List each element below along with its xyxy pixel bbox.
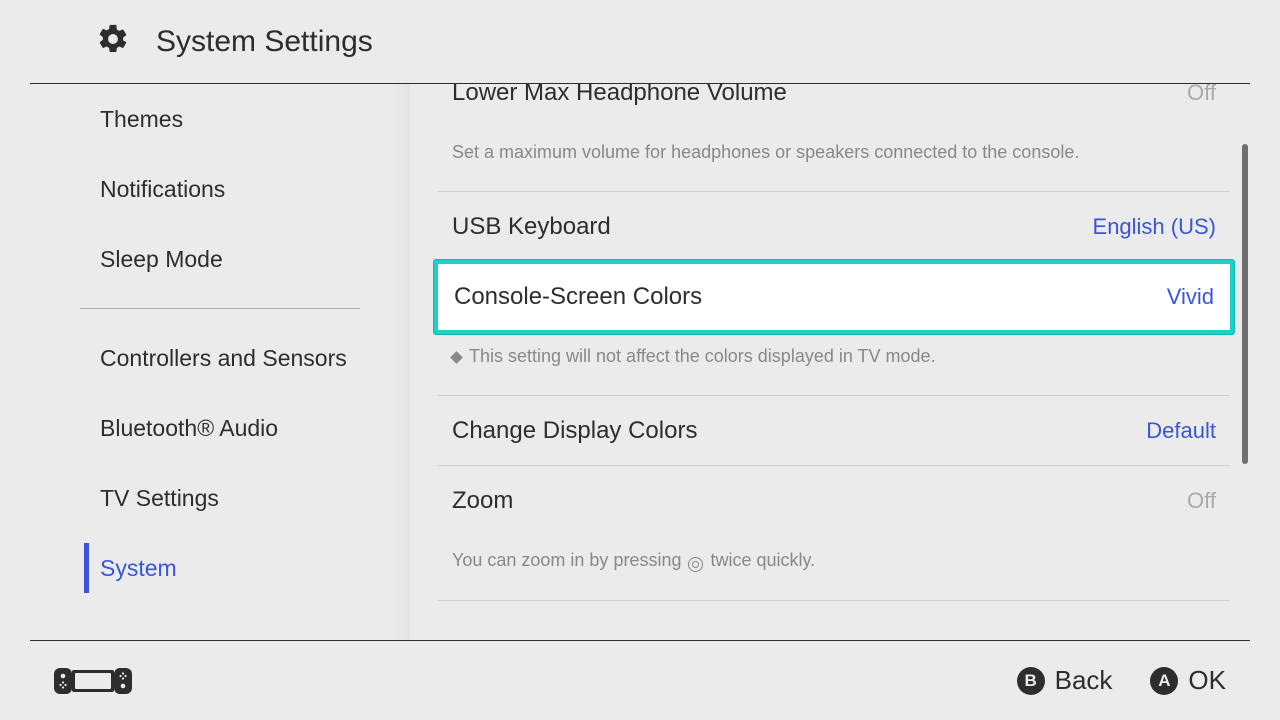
sidebar-item-label: Bluetooth® Audio (100, 415, 278, 442)
sidebar-item-label: System (100, 555, 177, 582)
sidebar-item-tv-settings[interactable]: TV Settings (30, 463, 410, 533)
hint-zoom: You can zoom in by pressing twice quickl… (438, 536, 1230, 601)
row-value: English (US) (1093, 214, 1216, 240)
a-button-icon: A (1150, 667, 1178, 695)
sidebar-item-bluetooth-audio[interactable]: Bluetooth® Audio (30, 393, 410, 463)
home-button-icon (688, 557, 703, 572)
sidebar-item-system[interactable]: System (30, 533, 410, 603)
footer-actions: B Back A OK (1017, 665, 1226, 696)
sidebar-item-label: Themes (100, 106, 183, 133)
sidebar-item-label: TV Settings (100, 485, 219, 512)
sidebar-item-label: Sleep Mode (100, 246, 223, 273)
row-change-display-colors[interactable]: Change Display Colors Default (438, 396, 1230, 466)
back-label: Back (1055, 665, 1113, 696)
ok-button[interactable]: A OK (1150, 665, 1226, 696)
sidebar-item-label: Notifications (100, 176, 225, 203)
row-usb-keyboard[interactable]: USB Keyboard English (US) (438, 192, 1230, 262)
row-value: Vivid (1167, 284, 1214, 310)
row-label: Change Display Colors (452, 417, 697, 445)
sidebar-item-notifications[interactable]: Notifications (30, 154, 410, 224)
sidebar-item-sleep-mode[interactable]: Sleep Mode (30, 224, 410, 294)
sidebar-item-controllers[interactable]: Controllers and Sensors (30, 323, 410, 393)
hint-headphone: Set a maximum volume for headphones or s… (438, 128, 1230, 192)
ok-label: OK (1188, 665, 1226, 696)
sidebar-item-label: Controllers and Sensors (100, 345, 347, 372)
row-console-screen-colors[interactable]: Console-Screen Colors Vivid (434, 260, 1234, 334)
header: System Settings (30, 0, 1250, 84)
row-label: Zoom (452, 487, 513, 515)
diamond-icon (450, 351, 463, 364)
sidebar-item-themes[interactable]: Themes (30, 84, 410, 154)
main-panel: Lower Max Headphone Volume Off Set a max… (410, 84, 1250, 640)
controller-icon (54, 666, 132, 696)
b-button-icon: B (1017, 667, 1045, 695)
row-label: USB Keyboard (452, 213, 611, 241)
body-area: Themes Notifications Sleep Mode Controll… (30, 84, 1250, 640)
gear-icon (96, 22, 130, 61)
row-zoom[interactable]: Zoom Off (438, 466, 1230, 536)
hint-text: Set a maximum volume for headphones or s… (452, 142, 1079, 163)
footer: B Back A OK (30, 640, 1250, 720)
row-label: Lower Max Headphone Volume (452, 84, 787, 107)
hint-console-colors: This setting will not affect the colors … (438, 332, 1230, 396)
row-headphone-volume[interactable]: Lower Max Headphone Volume Off (438, 84, 1230, 128)
scrollbar[interactable] (1242, 144, 1248, 464)
row-value: Off (1187, 488, 1216, 514)
row-label: Console-Screen Colors (454, 283, 702, 311)
back-button[interactable]: B Back (1017, 665, 1113, 696)
row-value: Default (1146, 418, 1216, 444)
sidebar-separator (80, 308, 360, 309)
hint-text: You can zoom in by pressing twice quickl… (452, 550, 815, 572)
sidebar: Themes Notifications Sleep Mode Controll… (30, 84, 410, 640)
hint-text: This setting will not affect the colors … (469, 346, 936, 367)
page-title: System Settings (156, 25, 373, 59)
row-serial-information[interactable]: Serial Information (438, 601, 1230, 640)
row-label: Serial Information (452, 639, 640, 640)
row-value: Off (1187, 84, 1216, 106)
